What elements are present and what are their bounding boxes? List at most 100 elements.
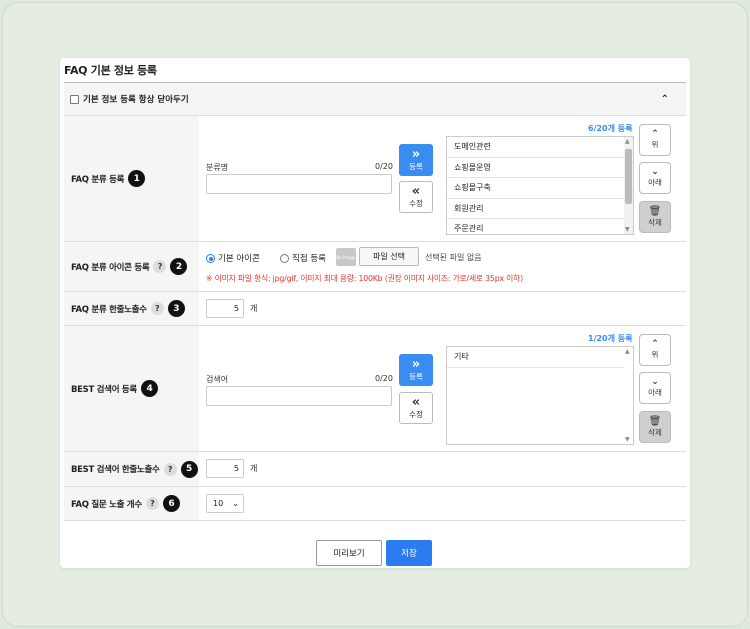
move-up-button[interactable]: ⌃ 위 [639,334,671,366]
file-status-text: 선택된 파일 없음 [425,253,482,262]
chevron-up-icon[interactable]: ⌃ [661,94,669,105]
question-count-select[interactable]: 10 ⌄ [206,494,244,513]
best-register-label: 등록 [409,371,423,381]
list-scrollbar[interactable]: ▲ ▼ [624,137,633,234]
step-badge: 3 [167,300,185,317]
step-badge: 4 [140,380,158,397]
category-register-content: 분류명 0/20 » 등록 « 수정 6/20개 등록 도메인관련 쇼핑몰운영 … [199,116,686,241]
list-item[interactable]: 회원관리 [447,199,633,219]
scroll-down-icon[interactable]: ▼ [625,436,630,443]
double-chevron-left-icon: « [411,394,421,410]
move-up-button[interactable]: ⌃ 위 [639,124,671,156]
best-list[interactable]: 기타 ▲ ▼ [446,346,634,445]
chevron-up-icon: ⌃ [651,339,659,349]
row-label: FAQ 분류 아이콘 등록 ? 2 [64,242,199,291]
chevron-down-icon: ⌄ [232,499,239,508]
custom-icon-label: 직접 등록 [292,254,326,264]
default-icon-radio[interactable] [206,254,215,263]
category-register-button[interactable]: » 등록 [399,144,433,176]
best-register-row: BEST 검색어 등록 4 검색어 0/20 » 등록 « 수정 1/20개 등… [64,326,686,452]
list-item[interactable]: 쇼핑몰구축 [447,178,633,199]
step-badge: 6 [162,495,180,512]
best-count-input[interactable]: 5 [206,459,244,478]
help-icon[interactable]: ? [153,260,167,273]
step-badge: 5 [180,460,198,478]
scroll-thumb[interactable] [625,149,632,204]
category-count-unit: 개 [250,304,258,313]
list-item[interactable]: 기타 [447,347,633,368]
save-button[interactable]: 저장 [386,540,432,566]
icon-register-row: FAQ 분류 아이콘 등록 ? 2 기본 아이콘 직접 등록 No Image … [64,242,686,292]
scroll-down-icon[interactable]: ▼ [625,226,630,233]
delete-label: 삭제 [648,217,662,227]
step-badge: 2 [170,258,188,275]
double-chevron-left-icon: « [411,183,421,199]
custom-icon-option[interactable]: 직접 등록 [280,252,326,264]
move-down-button[interactable]: ⌄ 아래 [639,372,671,404]
default-icon-option[interactable]: 기본 아이콘 [206,252,260,264]
row-label: FAQ 분류 한줄노출수 ? 3 [64,292,199,325]
icon-register-label: FAQ 분류 아이콘 등록 [71,262,150,273]
category-count-input[interactable]: 5 [206,299,244,318]
category-name-counter: 0/20 [375,162,393,171]
page-title: FAQ 기본 정보 등록 [64,64,157,77]
category-edit-label: 수정 [409,198,423,208]
best-edit-button[interactable]: « 수정 [399,392,433,424]
list-item[interactable]: 쇼핑몰운영 [447,158,633,178]
preview-button[interactable]: 미리보기 [316,540,382,566]
list-item[interactable]: 도메인관련 [447,137,633,158]
icon-preview-placeholder: No Image [336,248,356,266]
question-count-value: 10 [213,499,224,508]
delete-button[interactable]: 🗑 삭제 [639,201,671,233]
row-label: FAQ 분류 등록 1 [64,116,199,241]
keyword-input[interactable] [206,386,392,406]
category-register-label: 등록 [409,161,423,171]
delete-label: 삭제 [648,427,662,437]
custom-icon-radio[interactable] [280,254,289,263]
row-label: BEST 검색어 등록 4 [64,326,199,451]
list-scrollbar[interactable]: ▲ ▼ [624,347,633,444]
best-count-content: 5 개 [199,452,686,486]
collapse-bar[interactable]: 기본 정보 등록 항상 닫아두기 ⌃ [64,83,686,116]
best-register-label: BEST 검색어 등록 [71,384,137,395]
chevron-down-icon: ⌄ [651,377,659,387]
list-item[interactable]: 주문관리 [447,219,633,234]
always-collapse-checkbox[interactable] [70,94,79,104]
move-down-label: 아래 [648,388,662,397]
move-up-label: 위 [651,140,659,149]
best-register-button[interactable]: » 등록 [399,354,433,386]
scroll-up-icon[interactable]: ▲ [625,138,630,145]
double-chevron-right-icon: » [411,146,421,162]
chevron-up-icon: ⌃ [651,129,659,139]
move-down-button[interactable]: ⌄ 아래 [639,162,671,194]
help-icon[interactable]: ? [145,497,159,510]
category-register-row: FAQ 분류 등록 1 분류명 0/20 » 등록 « 수정 6/20개 등록 … [64,116,686,242]
best-edit-label: 수정 [409,409,423,419]
category-count-text: 6/20개 등록 [588,124,633,133]
faq-settings-panel: FAQ 기본 정보 등록 기본 정보 등록 항상 닫아두기 ⌃ FAQ 분류 등… [60,58,690,568]
best-count-row: BEST 검색어 한줄노출수 ? 5 5 개 [64,452,686,487]
move-down-label: 아래 [648,178,662,187]
best-count-label: BEST 검색어 한줄노출수 [71,465,160,475]
category-list[interactable]: 도메인관련 쇼핑몰운영 쇼핑몰구축 회원관리 주문관리 ▲ ▼ [446,136,634,235]
delete-button[interactable]: 🗑 삭제 [639,411,671,443]
always-collapse-label: 기본 정보 등록 항상 닫아두기 [83,95,189,105]
category-count-content: 5 개 [199,292,686,325]
keyword-counter: 0/20 [375,374,393,383]
category-name-input[interactable] [206,174,392,194]
keyword-label: 검색어 [206,375,229,384]
category-register-label: FAQ 분류 등록 [71,174,125,185]
row-label: FAQ 질문 노출 개수 ? 6 [64,487,199,520]
category-count-row: FAQ 분류 한줄노출수 ? 3 5 개 [64,292,686,326]
scroll-up-icon[interactable]: ▲ [625,348,630,355]
file-select-button[interactable]: 파일 선택 [359,247,419,266]
best-register-content: 검색어 0/20 » 등록 « 수정 1/20개 등록 기타 ▲ ▼ ⌃ 위 ⌄… [199,326,686,451]
category-edit-button[interactable]: « 수정 [399,181,433,213]
help-icon[interactable]: ? [163,462,177,476]
settings-table: 기본 정보 등록 항상 닫아두기 ⌃ FAQ 분류 등록 1 분류명 0/20 … [64,82,686,521]
double-chevron-right-icon: » [411,356,421,372]
question-count-content: 10 ⌄ [199,487,686,520]
icon-register-content: 기본 아이콘 직접 등록 No Image 파일 선택 선택된 파일 없음 ※ … [199,242,686,291]
best-count-unit: 개 [250,464,258,473]
help-icon[interactable]: ? [150,302,164,315]
